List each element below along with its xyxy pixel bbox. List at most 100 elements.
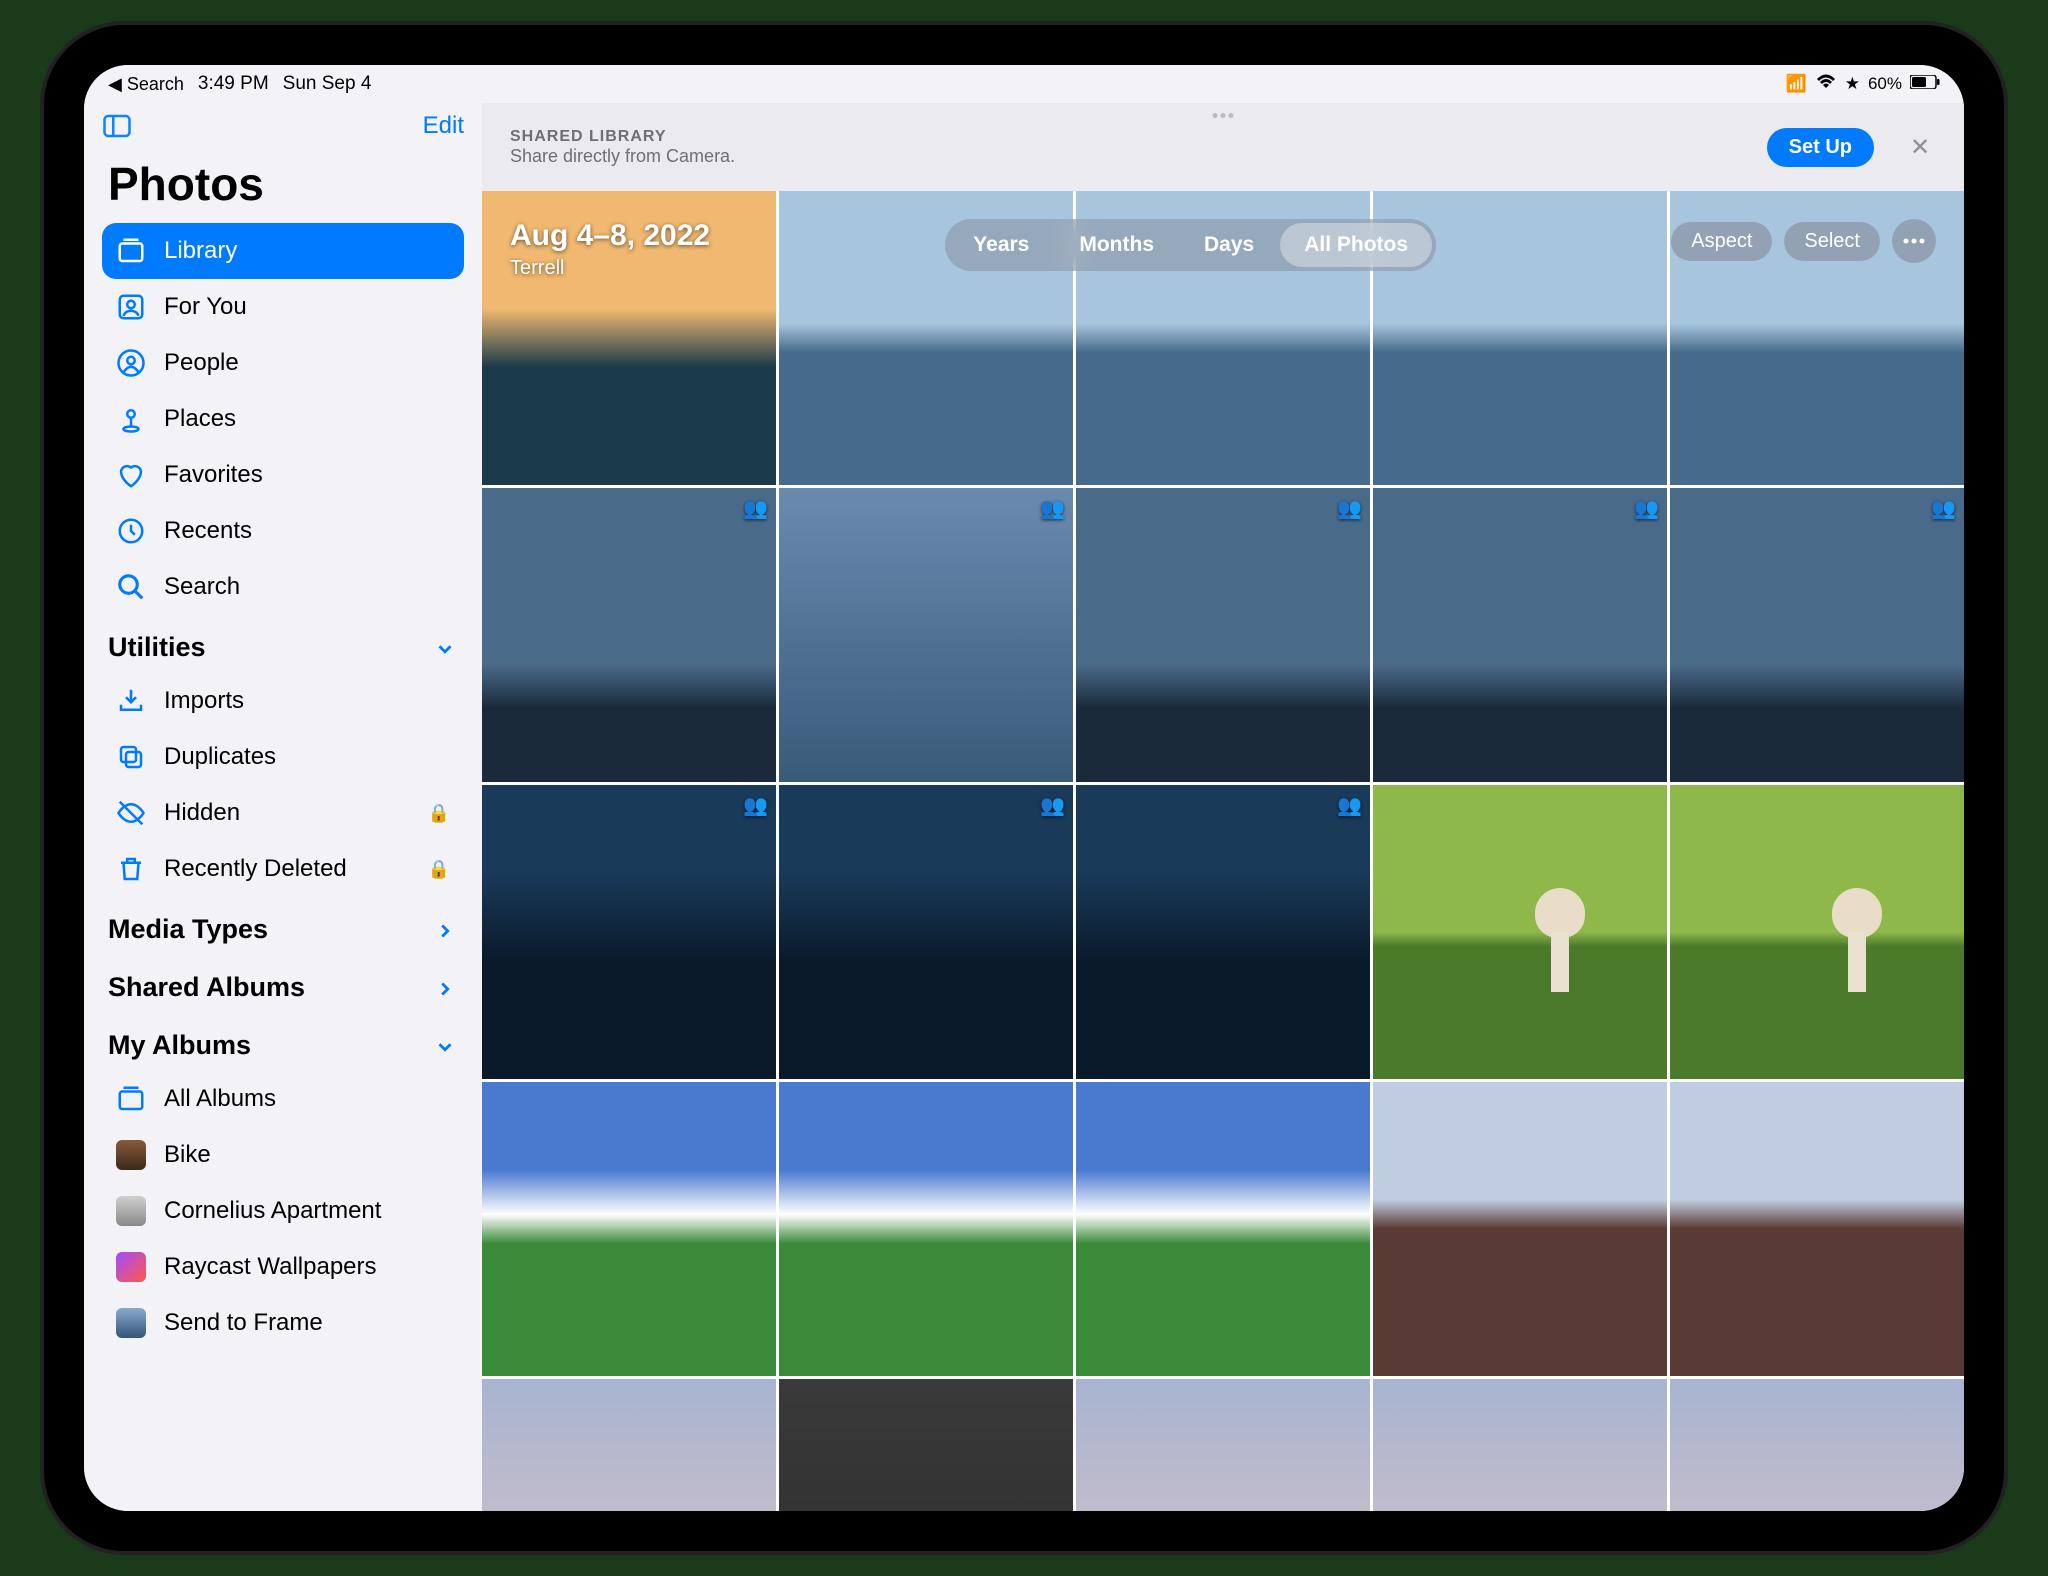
shared-badge-icon: 👥 [1337,793,1362,818]
albums-icon [116,1084,146,1114]
sidebar-item-cornelius[interactable]: Cornelius Apartment [102,1183,464,1239]
sidebar-item-places[interactable]: Places [102,391,464,447]
screen: ◀ Search 3:49 PM Sun Sep 4 📶 ★ 60% Edit [84,65,1964,1511]
sidebar-item-duplicates[interactable]: Duplicates [102,729,464,785]
photo-cell[interactable] [1670,1379,1964,1511]
sidebar-item-label: Library [164,237,237,265]
banner-subtitle: Share directly from Camera. [510,146,1747,167]
shared-badge-icon: 👥 [1337,496,1362,521]
photo-cell[interactable] [482,1082,776,1376]
status-date: Sun Sep 4 [283,73,372,95]
duplicates-icon [116,742,146,772]
lock-icon: 🔒 [428,859,450,880]
sidebar-item-library[interactable]: Library [102,223,464,279]
photo-cell[interactable]: 👥 [1076,488,1370,782]
section-shared-albums[interactable]: Shared Albums [102,961,464,1013]
sidebar-item-send-to-frame[interactable]: Send to Frame [102,1295,464,1351]
photo-cell[interactable] [1373,1082,1667,1376]
wifi-icon [1815,74,1837,95]
back-to-search[interactable]: ◀ Search [108,74,184,95]
section-my-albums[interactable]: My Albums [102,1019,464,1071]
shared-badge-icon: 👥 [1931,496,1956,521]
sidebar-item-bike[interactable]: Bike [102,1127,464,1183]
photo-cell[interactable] [779,1082,1073,1376]
sidebar-item-label: Raycast Wallpapers [164,1253,377,1281]
section-utilities[interactable]: Utilities [102,621,464,673]
photo-cell[interactable] [1670,785,1964,1079]
photo-cell[interactable] [1373,1379,1667,1511]
sidebar-item-label: All Albums [164,1085,276,1113]
aspect-button[interactable]: Aspect [1671,222,1772,261]
seg-months[interactable]: Months [1055,223,1178,267]
photo-cell[interactable] [779,1379,1073,1511]
people-icon [116,348,146,378]
toggle-sidebar-icon[interactable] [102,111,132,141]
sidebar-item-label: Imports [164,687,244,715]
section-media-types[interactable]: Media Types [102,903,464,955]
seg-all-photos[interactable]: All Photos [1280,223,1432,267]
photo-cell[interactable]: 👥 [1373,488,1667,782]
sidebar-item-label: Recently Deleted [164,855,347,883]
photo-cell[interactable]: 👥 [1076,785,1370,1079]
foryou-icon [116,292,146,322]
photo-cell[interactable] [1076,1379,1370,1511]
shared-badge-icon: 👥 [1040,793,1065,818]
view-segmented[interactable]: Years Months Days All Photos [945,219,1436,271]
edit-button[interactable]: Edit [423,112,464,140]
photo-cell[interactable]: 👥 [482,785,776,1079]
battery-icon [1910,74,1940,94]
shared-badge-icon: 👥 [1040,496,1065,521]
section-label: Media Types [108,914,268,945]
seg-years[interactable]: Years [949,223,1053,267]
section-label: My Albums [108,1030,251,1061]
select-button[interactable]: Select [1784,222,1880,261]
album-thumb [116,1308,146,1338]
sidebar-item-label: Send to Frame [164,1309,323,1337]
lock-icon: 🔒 [428,803,450,824]
sidebar-item-recently-deleted[interactable]: Recently Deleted 🔒 [102,841,464,897]
sidebar-item-label: For You [164,293,247,321]
banner-title: SHARED LIBRARY [510,128,1747,146]
photo-grid-wrap: Aug 4–8, 2022 Terrell Years Months Days … [482,191,1964,1511]
section-label: Utilities [108,632,206,663]
sidebar-item-foryou[interactable]: For You [102,279,464,335]
battery-percent: 60% [1868,74,1902,94]
search-icon [116,572,146,602]
more-button[interactable] [1892,219,1936,263]
photo-cell[interactable] [1076,1082,1370,1376]
photo-cell[interactable] [482,191,776,485]
status-bar: ◀ Search 3:49 PM Sun Sep 4 📶 ★ 60% [84,65,1964,103]
seg-days[interactable]: Days [1180,223,1278,267]
chevron-right-icon [434,918,456,940]
sidebar-item-label: Duplicates [164,743,276,771]
photo-cell[interactable] [482,1379,776,1511]
photo-cell[interactable]: 👥 [779,488,1073,782]
sidebar-item-raycast[interactable]: Raycast Wallpapers [102,1239,464,1295]
sidebar-item-all-albums[interactable]: All Albums [102,1071,464,1127]
sidebar-item-label: Search [164,573,240,601]
photo-grid: 👥👥👥👥👥👥👥👥 [482,191,1964,1511]
photo-cell[interactable] [1670,1082,1964,1376]
sidebar-item-search[interactable]: Search [102,559,464,615]
photo-cell[interactable] [1373,785,1667,1079]
import-icon [116,686,146,716]
sidebar-item-favorites[interactable]: Favorites [102,447,464,503]
photo-cell[interactable]: 👥 [482,488,776,782]
main-content: SHARED LIBRARY Share directly from Camer… [482,103,1964,1511]
setup-button[interactable]: Set Up [1767,128,1874,167]
photo-cell[interactable]: 👥 [1670,488,1964,782]
app-content: Edit Photos Library For You People Place… [84,103,1964,1511]
trash-icon [116,854,146,884]
sidebar-item-imports[interactable]: Imports [102,673,464,729]
status-time: 3:49 PM [198,73,269,95]
chevron-down-icon [434,1034,456,1056]
multitask-grabber[interactable] [1213,113,1234,118]
sidebar-item-people[interactable]: People [102,335,464,391]
library-icon [116,236,146,266]
sidebar: Edit Photos Library For You People Place… [84,103,482,1511]
sidebar-item-label: Favorites [164,461,263,489]
photo-cell[interactable]: 👥 [779,785,1073,1079]
close-banner-button[interactable]: ✕ [1904,131,1936,163]
sidebar-item-recents[interactable]: Recents [102,503,464,559]
sidebar-item-hidden[interactable]: Hidden 🔒 [102,785,464,841]
